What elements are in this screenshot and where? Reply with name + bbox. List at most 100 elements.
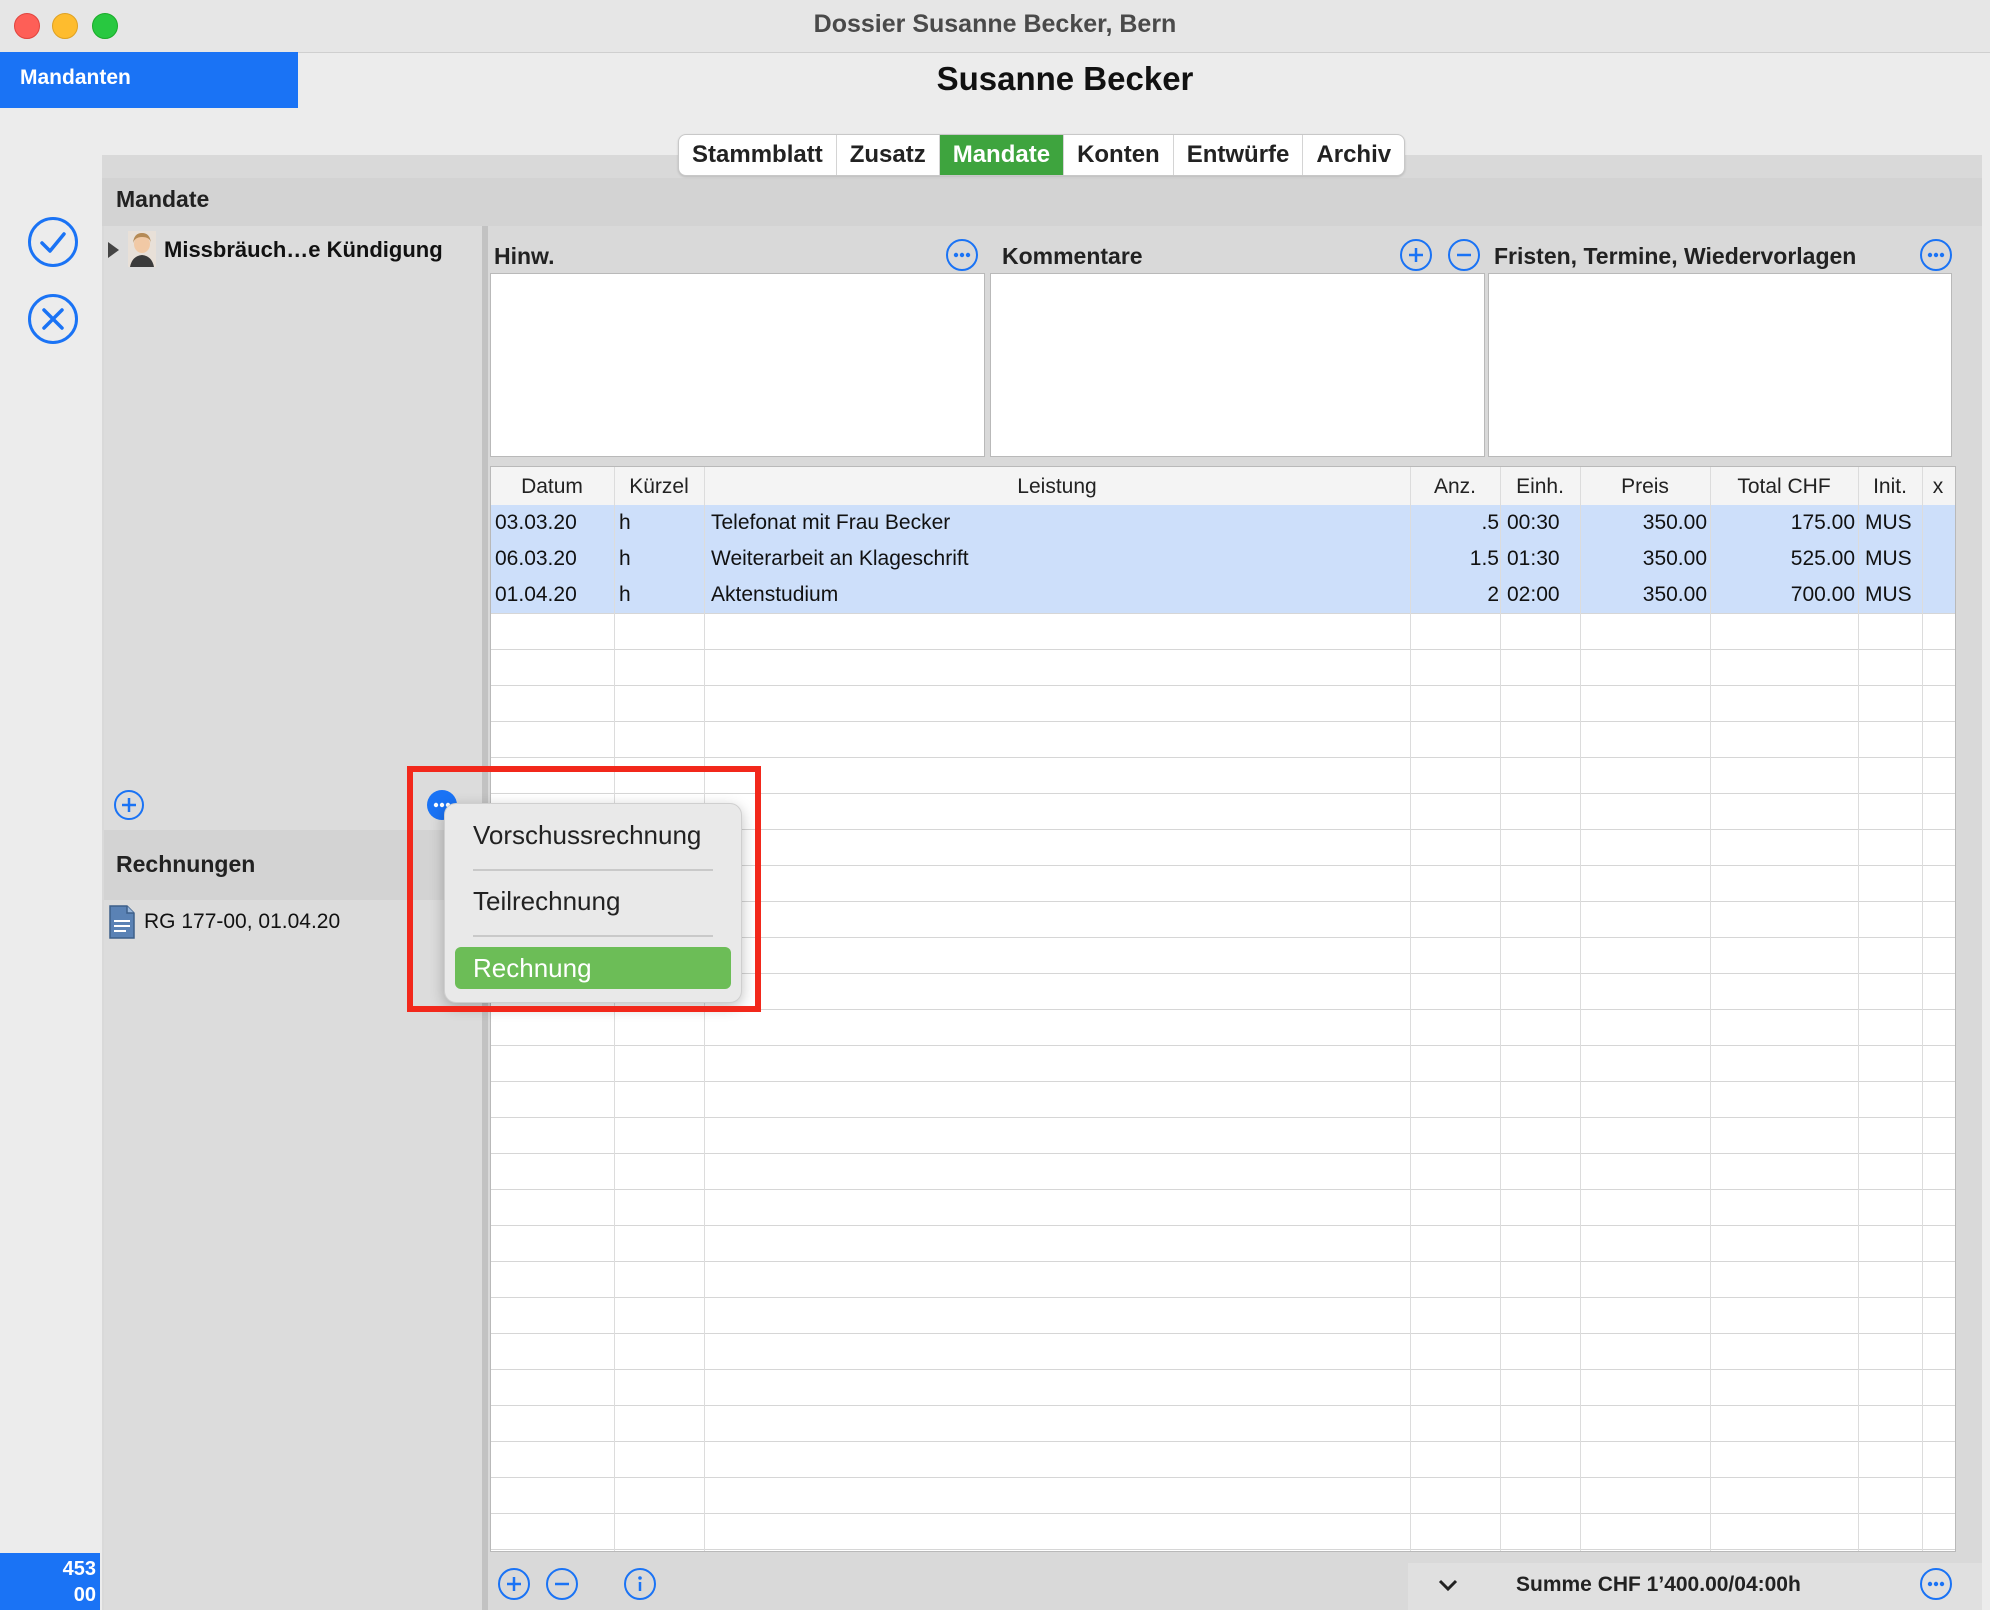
cancel-x-icon[interactable] (28, 294, 78, 344)
fristen-more-icon[interactable] (1920, 239, 1952, 271)
annotation-highlight-box (407, 766, 761, 1012)
cell-anz: .5 (1481, 511, 1499, 534)
empty-table-row[interactable] (491, 1477, 1955, 1514)
col-einh-header[interactable]: Einh. (1501, 475, 1579, 499)
cell-total: 525.00 (1790, 547, 1855, 570)
empty-table-row[interactable] (491, 1549, 1955, 1551)
client-name-heading: Susanne Becker (936, 60, 1194, 97)
cell-preis: 350.00 (1642, 583, 1707, 606)
fristen-textarea[interactable] (1488, 273, 1952, 457)
cell-init: MUS (1865, 547, 1912, 570)
cell-anz: 1.5 (1469, 547, 1499, 570)
column-divider (1858, 467, 1859, 1551)
hinweise-header: Hinw. (494, 243, 555, 269)
table-header: Datum Kürzel Leistung Anz. Einh. Preis T… (491, 467, 1955, 506)
cell-einh: 00:30 (1507, 511, 1560, 534)
empty-table-row[interactable] (491, 1297, 1955, 1334)
kommentare-remove-icon[interactable] (1448, 239, 1480, 271)
tab-bar: Stammblatt Zusatz Mandate Konten Entwürf… (678, 134, 1406, 176)
empty-table-row[interactable] (491, 721, 1955, 758)
empty-table-row[interactable] (491, 1045, 1955, 1082)
add-mandate-icon[interactable] (114, 790, 144, 820)
footer-more-icon[interactable] (1920, 1568, 1952, 1600)
cell-einh: 02:00 (1507, 583, 1560, 606)
empty-table-row[interactable] (491, 1333, 1955, 1370)
table-row[interactable]: 01.04.20 h Aktenstudium 2 02:00 350.00 7… (491, 577, 1955, 614)
info-icon[interactable] (624, 1568, 656, 1600)
empty-table-row[interactable] (491, 1441, 1955, 1478)
confirm-check-icon[interactable] (28, 217, 78, 267)
document-icon (108, 905, 136, 944)
col-datum-header[interactable]: Datum (491, 475, 613, 499)
col-total-header[interactable]: Total CHF (1711, 475, 1857, 499)
cell-datum: 03.03.20 (495, 511, 577, 534)
empty-table-row[interactable] (491, 1369, 1955, 1406)
tab-konten[interactable]: Konten (1064, 135, 1174, 175)
table-row[interactable]: 03.03.20 h Telefonat mit Frau Becker .5 … (491, 505, 1955, 542)
empty-table-row[interactable] (491, 1081, 1955, 1118)
cell-leistung: Telefonat mit Frau Becker (711, 511, 951, 534)
status-badge-line1: 453 (62, 1558, 96, 1580)
col-preis-header[interactable]: Preis (1581, 475, 1709, 499)
remove-row-icon[interactable] (546, 1568, 578, 1600)
mandate-section-title: Mandate (116, 186, 210, 212)
col-kuerzel-header[interactable]: Kürzel (615, 475, 703, 499)
column-divider (1500, 467, 1501, 1551)
cell-kuerzel: h (619, 583, 631, 606)
empty-table-row[interactable] (491, 685, 1955, 722)
cell-leistung: Aktenstudium (711, 583, 839, 606)
cell-init: MUS (1865, 511, 1912, 534)
cell-total: 175.00 (1790, 511, 1855, 534)
cell-kuerzel: h (619, 511, 631, 534)
summe-label: Summe CHF 1’400.00/04:00h (1516, 1573, 1801, 1596)
cell-datum: 06.03.20 (495, 547, 577, 570)
column-divider (1710, 467, 1711, 1551)
empty-table-row[interactable] (491, 1513, 1955, 1550)
empty-table-row[interactable] (491, 1261, 1955, 1298)
kommentare-textarea[interactable] (990, 273, 1485, 457)
tab-entwuerfe[interactable]: Entwürfe (1174, 135, 1304, 175)
empty-table-row[interactable] (491, 649, 1955, 686)
hinweise-textarea[interactable] (490, 273, 985, 457)
tab-archiv[interactable]: Archiv (1303, 135, 1404, 175)
cell-preis: 350.00 (1642, 511, 1707, 534)
add-row-icon[interactable] (498, 1568, 530, 1600)
status-badge: 453 00 (0, 1553, 100, 1610)
hinweise-more-icon[interactable] (946, 239, 978, 271)
empty-table-row[interactable] (491, 1225, 1955, 1262)
rechnungen-title: Rechnungen (116, 851, 256, 877)
empty-table-row[interactable] (491, 613, 1955, 650)
cell-einh: 01:30 (1507, 547, 1560, 570)
cell-kuerzel: h (619, 547, 631, 570)
window-title: Dossier Susanne Becker, Bern (813, 10, 1177, 38)
cell-init: MUS (1865, 583, 1912, 606)
col-init-header[interactable]: Init. (1859, 475, 1921, 499)
empty-table-row[interactable] (491, 1009, 1955, 1046)
empty-table-row[interactable] (491, 1117, 1955, 1154)
cell-total: 700.00 (1790, 583, 1855, 606)
tab-mandate[interactable]: Mandate (939, 135, 1065, 175)
kommentare-header: Kommentare (1002, 243, 1143, 269)
cell-leistung: Weiterarbeit an Klageschrift (711, 547, 969, 570)
tab-zusatz[interactable]: Zusatz (837, 135, 940, 175)
column-divider (1410, 467, 1411, 1551)
mandate-item-label: Missbräuch…e Kündigung (164, 237, 443, 262)
col-x-header[interactable]: x (1923, 475, 1953, 499)
avatar-icon (128, 231, 156, 272)
empty-table-row[interactable] (491, 1189, 1955, 1226)
kommentare-add-icon[interactable] (1400, 239, 1432, 271)
empty-table-row[interactable] (491, 1153, 1955, 1190)
column-divider (1922, 467, 1923, 1551)
title-bar: Dossier Susanne Becker, Bern (0, 0, 1990, 53)
col-leistung-header[interactable]: Leistung (705, 475, 1409, 499)
chevron-down-icon[interactable] (1437, 1578, 1459, 1597)
table-row[interactable]: 06.03.20 h Weiterarbeit an Klageschrift … (491, 541, 1955, 578)
disclosure-triangle-icon[interactable] (106, 241, 120, 264)
tab-stammblatt[interactable]: Stammblatt (679, 135, 837, 175)
empty-table-row[interactable] (491, 1405, 1955, 1442)
cell-preis: 350.00 (1642, 547, 1707, 570)
fristen-header: Fristen, Termine, Wiedervorlagen (1494, 243, 1857, 269)
col-anz-header[interactable]: Anz. (1411, 475, 1499, 499)
cell-anz: 2 (1487, 583, 1499, 606)
rechnung-item-label: RG 177-00, 01.04.20 (144, 910, 341, 933)
